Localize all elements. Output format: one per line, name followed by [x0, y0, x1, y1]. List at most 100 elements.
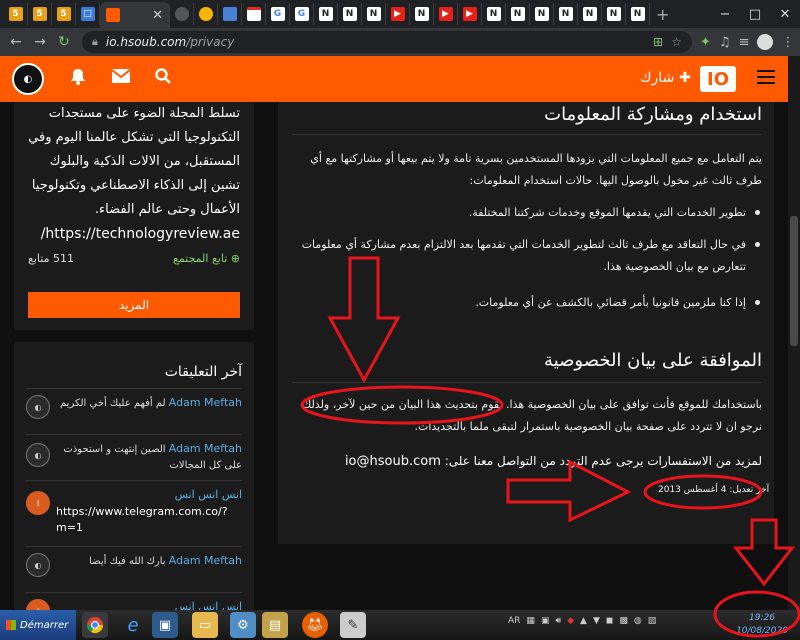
browser-tab[interactable]: 5	[52, 3, 76, 25]
browser-tab[interactable]: ▶	[458, 3, 482, 25]
tray-app-icon[interactable]: ▧	[648, 616, 657, 626]
comment-author[interactable]: انس انس انس	[175, 600, 242, 610]
browser-tab[interactable]: N	[338, 3, 362, 25]
browser-tab[interactable]: N	[554, 3, 578, 25]
share-button[interactable]: ✚ شارك	[640, 70, 691, 86]
paint-icon[interactable]: ✎	[340, 612, 366, 638]
bookmark-star-icon[interactable]: ☆	[671, 35, 682, 49]
extension-icon[interactable]: ≡	[739, 35, 750, 50]
network-icon[interactable]: ◼	[606, 616, 613, 626]
media-icon[interactable]: ♫	[719, 35, 731, 50]
browser-tab[interactable]	[194, 3, 218, 25]
browser-tab[interactable]: ▶	[386, 3, 410, 25]
avatar[interactable]: ◐	[26, 553, 50, 577]
comment-item[interactable]: ◐ Adam Meftah بارك الله فيك أيضا	[26, 546, 242, 592]
browser-tab[interactable]: G	[266, 3, 290, 25]
close-window-button[interactable]: ✕	[770, 7, 800, 22]
active-tab[interactable]: ✕	[100, 2, 170, 28]
language-indicator[interactable]: AR	[508, 616, 520, 626]
browser-tab[interactable]: N	[578, 3, 602, 25]
notion-icon: N	[510, 7, 525, 21]
comment-author[interactable]: انس انس انس	[175, 488, 242, 501]
browser-tab[interactable]: N	[506, 3, 530, 25]
browser-tab[interactable]	[170, 3, 194, 25]
avatar[interactable]: I	[26, 491, 50, 515]
minimize-button[interactable]: −	[710, 7, 740, 22]
comment-author[interactable]: Adam Meftah	[169, 396, 242, 409]
browser-tab[interactable]: N	[602, 3, 626, 25]
comment-item[interactable]: I انس انس انس https://www.telegram.com.co…	[26, 480, 242, 546]
volume-icon[interactable]: 🔊︎	[555, 616, 561, 626]
profile-avatar[interactable]	[757, 34, 774, 50]
comment-item[interactable]: ◐ Adam Meftah الصين إنتهت و استحوذت على …	[26, 434, 242, 480]
extension-puzzle-icon[interactable]: ✦	[700, 35, 711, 50]
menu-kebab-icon[interactable]: ⋮	[781, 35, 794, 50]
forward-icon[interactable]: →	[28, 34, 52, 50]
comment-author[interactable]: Adam Meftah	[169, 554, 242, 567]
browser-tab[interactable]: 5	[4, 3, 28, 25]
reload-icon[interactable]: ↻	[52, 34, 76, 50]
tray-app-icon[interactable]: ▩	[619, 616, 628, 626]
browser-tab[interactable]: N	[482, 3, 506, 25]
browser-tab[interactable]: N	[410, 3, 434, 25]
browser-tab[interactable]: N	[530, 3, 554, 25]
browser-tab[interactable]: ▶	[434, 3, 458, 25]
bullet-dot	[755, 242, 760, 247]
notion-icon: N	[414, 7, 429, 21]
toolbar: ← → ↻ 🔒︎ io.hsoub.com/privacy ⊞ ☆ ✦ ♫ ≡ …	[0, 28, 800, 56]
notifications-bell-icon[interactable]	[70, 68, 86, 89]
folder-icon[interactable]: ▭	[192, 612, 218, 638]
chrome-taskbar-icon[interactable]	[82, 612, 108, 638]
comment-item[interactable]: ◐ Adam Meftah لم أفهم عليك أخي الكريم	[26, 388, 242, 434]
tab-favicon-icon: 5	[8, 7, 23, 21]
browser-tab[interactable]	[242, 3, 266, 25]
browser-tab[interactable]: □	[76, 3, 100, 25]
tray-app-icon[interactable]: ▲	[580, 616, 587, 626]
browser-tab[interactable]: N	[314, 3, 338, 25]
new-tab-button[interactable]: +	[656, 5, 669, 24]
tray-app-icon[interactable]: ▼	[593, 616, 600, 626]
firefox-icon[interactable]: 🦊︎	[302, 612, 328, 638]
translate-icon[interactable]: ⊞	[653, 35, 663, 49]
comment-author[interactable]: Adam Meftah	[169, 442, 242, 455]
browser-tab[interactable]: G	[290, 3, 314, 25]
url-text[interactable]: io.hsoub.com/privacy	[106, 35, 234, 49]
avatar[interactable]: ◐	[26, 395, 50, 419]
back-icon[interactable]: ←	[4, 34, 28, 50]
search-icon[interactable]	[155, 68, 171, 88]
explorer-icon[interactable]: ▤	[262, 612, 288, 638]
messages-envelope-icon[interactable]	[111, 68, 131, 87]
scrollbar-thumb[interactable]	[790, 216, 798, 346]
browser-tab[interactable]: 5	[28, 3, 52, 25]
media-player-icon[interactable]: ▣	[152, 612, 178, 638]
scrollbar[interactable]	[788, 56, 800, 610]
comment-item[interactable]: I انس انس انس	[26, 592, 242, 610]
avatar[interactable]: ◐	[26, 443, 50, 467]
start-button[interactable]: Démarrer	[0, 610, 76, 640]
antivirus-icon[interactable]: ◆	[567, 616, 574, 626]
notion-icon: N	[630, 7, 645, 21]
globe-icon	[174, 7, 189, 21]
tray-app-icon[interactable]: ◍	[634, 616, 642, 626]
avatar[interactable]: I	[26, 599, 50, 610]
tray-app-icon[interactable]: ▣	[541, 616, 550, 626]
community-link[interactable]: https://technologyreview.ae/	[41, 226, 240, 242]
close-tab-icon[interactable]: ✕	[152, 8, 163, 23]
control-panel-icon[interactable]: ⚙	[230, 612, 256, 638]
lock-icon[interactable]: 🔒︎	[92, 35, 98, 49]
contact-email[interactable]: io@hsoub.com	[345, 454, 441, 469]
follow-community-button[interactable]: ⊕ تابع المجتمع	[173, 252, 240, 265]
tray-app-icon[interactable]: ▦	[526, 616, 535, 626]
more-button[interactable]: المزيد	[28, 292, 240, 318]
browser-tab[interactable]: N	[626, 3, 650, 25]
browser-tab[interactable]: N	[362, 3, 386, 25]
system-clock[interactable]: 19:26 10/08/2020	[724, 612, 800, 638]
community-logo[interactable]: ◐	[12, 63, 44, 95]
maximize-button[interactable]: □	[740, 7, 770, 22]
bullet-item: في حال التعاقد مع طرف ثالث لتطوير الخدما…	[301, 238, 746, 273]
internet-explorer-icon[interactable]: e	[120, 612, 146, 638]
address-bar[interactable]: 🔒︎ io.hsoub.com/privacy ⊞ ☆	[82, 31, 692, 53]
hamburger-menu-icon[interactable]	[757, 70, 775, 88]
browser-tab[interactable]	[218, 3, 242, 25]
io-logo[interactable]: IO	[700, 66, 736, 92]
